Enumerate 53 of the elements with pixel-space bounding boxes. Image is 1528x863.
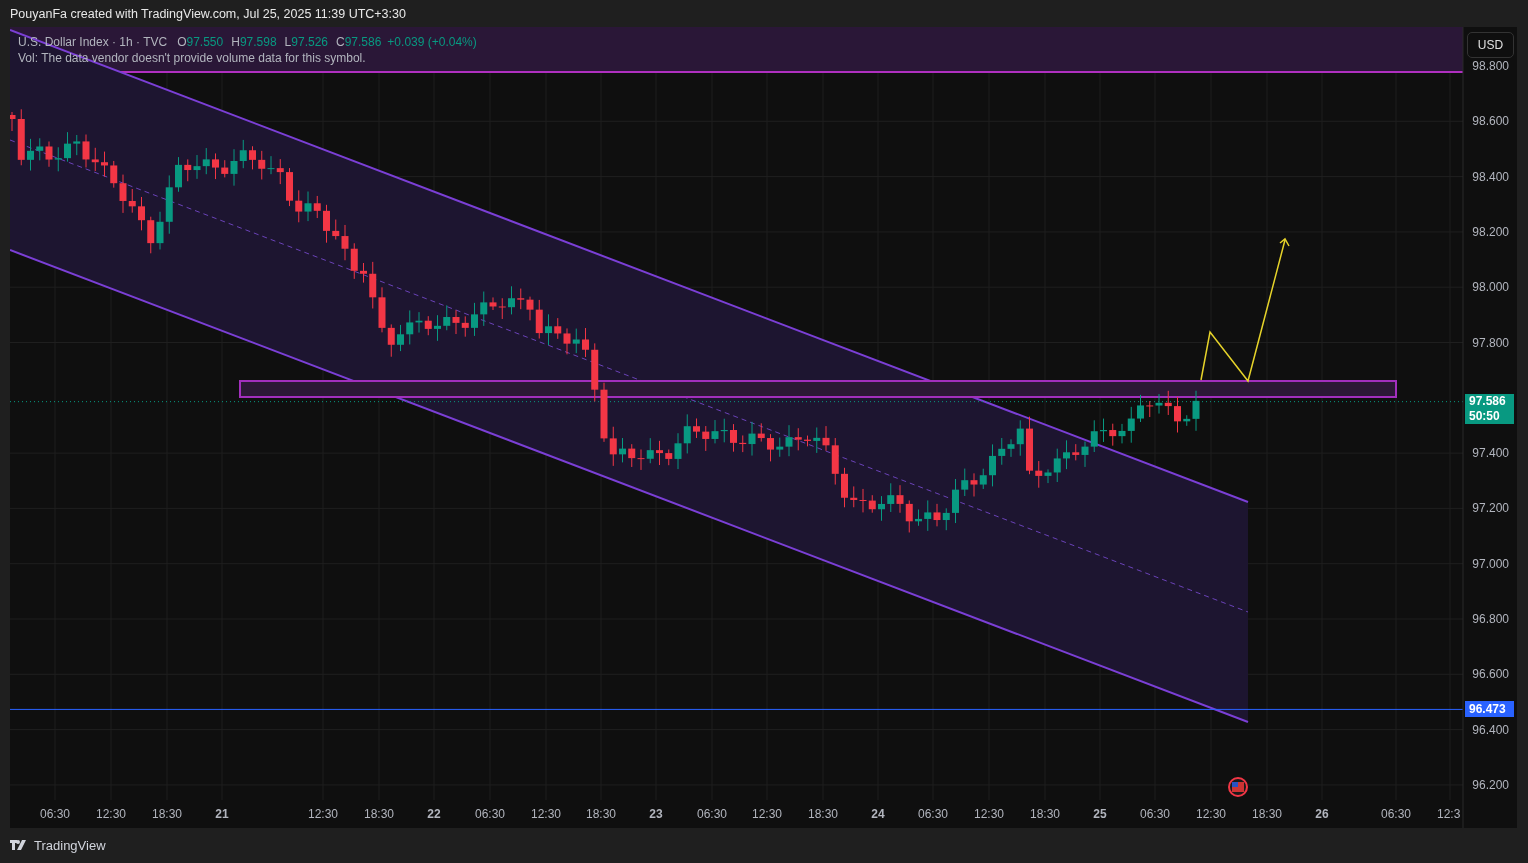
- time-tick-label: 12:30: [752, 807, 782, 821]
- price-tick-label: 98.400: [1472, 169, 1509, 184]
- price-change: +0.039 (+0.04%): [387, 34, 477, 50]
- ohlc-value: 97.586: [344, 34, 382, 50]
- time-tick-label: 18:30: [1252, 807, 1282, 821]
- price-tick-label: 96.400: [1472, 722, 1509, 737]
- price-tick-label: 97.200: [1472, 501, 1509, 516]
- time-tick-label: 18:30: [1030, 807, 1060, 821]
- price-tick-label: 96.200: [1472, 777, 1509, 792]
- symbol-title: U.S. Dollar Index · 1h · TVC: [18, 34, 168, 50]
- time-tick-label: 26: [1315, 807, 1329, 821]
- time-tick-label: 06:30: [475, 807, 505, 821]
- time-tick-label: 06:30: [1381, 807, 1411, 821]
- time-tick-label: 12:30: [531, 807, 561, 821]
- price-tick-label: 98.600: [1472, 114, 1509, 129]
- price-tick-label: 97.800: [1472, 335, 1509, 350]
- ohlc-label: H: [231, 34, 240, 50]
- price-tick-label: 98.200: [1472, 224, 1509, 239]
- price-tick-label: 98.800: [1472, 59, 1509, 73]
- ohlc-label: L: [284, 34, 292, 50]
- time-tick-label: 12:30: [974, 807, 1004, 821]
- currency-button[interactable]: USD: [1467, 32, 1514, 58]
- ohlc-value: 97.550: [186, 34, 224, 50]
- time-tick-label: 23: [649, 807, 663, 821]
- line-price-label: 96.473: [1465, 701, 1514, 718]
- time-tick-label: 06:30: [40, 807, 70, 821]
- ohlc-value: 97.526: [291, 34, 328, 50]
- time-tick-label: 06:30: [918, 807, 948, 821]
- brand-name: TradingView: [34, 838, 106, 853]
- time-tick-label: 18:30: [364, 807, 394, 821]
- time-tick-label: 18:30: [152, 807, 182, 821]
- author-caption: PouyanFa created with TradingView.com, Jul 25, 2025 11:39 UTC+3:30: [10, 6, 406, 21]
- price-tick-label: 97.400: [1472, 446, 1509, 461]
- ohlc-value: 97.598: [239, 34, 277, 50]
- time-tick-label: 18:30: [586, 807, 616, 821]
- time-tick-label: 12:30: [308, 807, 338, 821]
- price-tick-label: 98.000: [1472, 280, 1509, 295]
- price-tick-label: 96.800: [1472, 612, 1509, 626]
- time-tick-label: 21: [215, 807, 229, 821]
- ohlc-label: O: [177, 34, 187, 50]
- time-tick-label: 12:3: [1437, 807, 1461, 821]
- time-tick-label: 25: [1093, 807, 1107, 821]
- time-tick-label: 06:30: [1140, 807, 1170, 821]
- time-tick-label: 06:30: [697, 807, 727, 821]
- time-tick-label: 12:30: [96, 807, 126, 821]
- time-tick-label: 24: [871, 807, 885, 821]
- price-tick-label: 97.000: [1472, 556, 1509, 571]
- time-tick-label: 12:30: [1196, 807, 1226, 821]
- ohlc-label: C: [336, 34, 345, 50]
- time-tick-label: 18:30: [808, 807, 838, 821]
- last-price-label: 97.586 50:50: [1465, 393, 1514, 424]
- price-tick-label: 96.600: [1472, 667, 1509, 682]
- time-tick-label: 22: [427, 807, 441, 821]
